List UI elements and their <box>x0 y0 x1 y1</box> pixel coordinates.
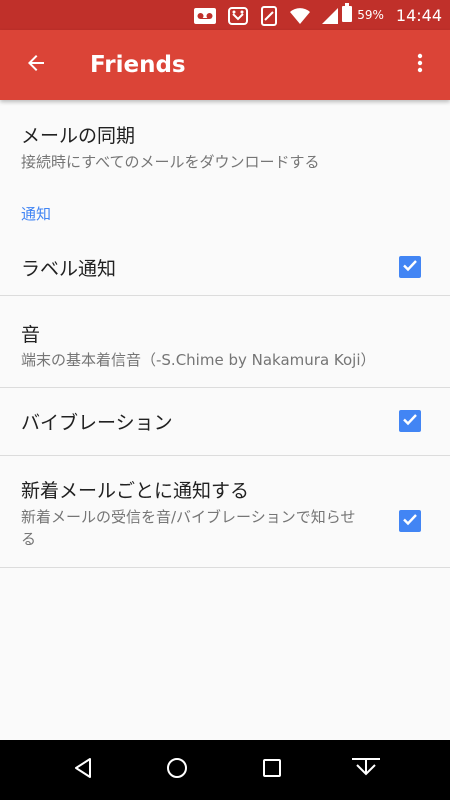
pull-down-icon <box>350 756 382 784</box>
pref-notify-each-mail-title: 新着メールごとに通知する <box>21 480 250 502</box>
check-icon <box>401 256 419 278</box>
status-right: 59% 14:44 <box>341 0 442 30</box>
more-vert-icon <box>408 51 432 79</box>
check-icon <box>401 510 419 532</box>
system-nav-bar <box>0 740 450 800</box>
pref-sync-mail[interactable]: メールの同期 接続時にすべてのメールをダウンロードする <box>0 100 450 188</box>
pref-notify-each-mail-summary: 新着メールの受信を音/バイブレーションで知らせる <box>21 508 356 548</box>
vibration-checkbox[interactable] <box>399 410 421 432</box>
pref-vibration[interactable]: バイブレーション <box>0 388 450 455</box>
pref-sync-mail-title: メールの同期 <box>21 125 136 147</box>
pref-sound[interactable]: 音 端末の基本着信音（-S.Chime by Nakamura Koji） <box>0 296 450 387</box>
nav-notification-panel-button[interactable] <box>344 748 388 792</box>
page-title: Friends <box>90 52 186 78</box>
signal-icon <box>321 7 339 29</box>
check-icon <box>401 410 419 432</box>
overflow-menu-button[interactable] <box>398 43 442 87</box>
square-recents-icon <box>260 756 284 784</box>
wifi-icon <box>289 7 311 29</box>
pref-sound-summary: 端末の基本着信音（-S.Chime by Nakamura Koji） <box>21 351 376 369</box>
status-bar: 59% 14:44 <box>0 0 450 30</box>
pref-sync-mail-summary: 接続時にすべてのメールをダウンロードする <box>21 153 320 171</box>
app-notification-icon <box>227 6 249 30</box>
screenshot-icon <box>259 6 279 30</box>
pref-sound-title: 音 <box>21 324 41 346</box>
status-notification-icons <box>193 6 339 30</box>
voicemail-icon <box>193 7 217 29</box>
category-notifications: 通知 <box>21 205 52 223</box>
back-button[interactable] <box>14 43 58 87</box>
nav-home-button[interactable] <box>155 748 199 792</box>
pref-notify-each-mail[interactable]: 新着メールごとに通知する 新着メールの受信を音/バイブレーションで知らせる <box>0 456 450 567</box>
battery-percentage: 59% <box>357 8 384 22</box>
clock: 14:44 <box>395 5 442 25</box>
app-bar: Friends <box>0 30 450 100</box>
divider <box>0 567 450 568</box>
triangle-back-icon <box>71 756 95 784</box>
arrow-back-icon <box>24 51 48 79</box>
circle-home-icon <box>165 756 189 784</box>
notify-each-checkmark-box[interactable] <box>399 510 421 532</box>
settings-list: メールの同期 接続時にすべてのメールをダウンロードする 通知 ラベル通知 音 端… <box>0 100 450 568</box>
nav-recents-button[interactable] <box>250 748 294 792</box>
nav-back-button[interactable] <box>61 748 105 792</box>
battery-icon <box>341 3 353 27</box>
pref-label-notification-title: ラベル通知 <box>21 257 117 280</box>
label-notification-checkbox[interactable] <box>399 256 421 278</box>
pref-vibration-title: バイブレーション <box>21 412 173 434</box>
pref-label-notification[interactable]: ラベル通知 <box>0 239 450 295</box>
